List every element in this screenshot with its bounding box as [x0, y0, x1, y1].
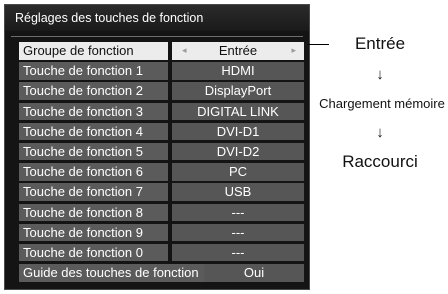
row-label: Groupe de fonction [19, 42, 168, 60]
row-value: Entrée [218, 43, 258, 58]
row-function-key-9[interactable]: Touche de fonction 9 --- [19, 223, 310, 243]
row-function-key-6[interactable]: Touche de fonction 6 PC [19, 162, 310, 182]
row-label: Guide des touches de fonction [19, 264, 214, 282]
row-label: Touche de fonction 1 [19, 62, 168, 80]
row-value[interactable]: DIGITAL LINK [172, 102, 304, 121]
function-key-settings-panel: Réglages des touches de fonction Groupe … [4, 4, 310, 290]
row-label: Touche de fonction 7 [19, 183, 168, 201]
option-memory-load-text: Chargement mémoire [319, 96, 445, 111]
row-value[interactable]: --- [172, 243, 304, 262]
row-function-key-7[interactable]: Touche de fonction 7 USB [19, 182, 310, 202]
row-label: Touche de fonction 6 [19, 163, 168, 181]
row-label: Touche de fonction 2 [19, 82, 168, 100]
row-value[interactable]: DisplayPort [172, 82, 304, 100]
row-label: Touche de fonction 5 [19, 142, 168, 161]
row-value[interactable]: Oui [204, 264, 304, 282]
row-function-key-3[interactable]: Touche de fonction 3 DIGITAL LINK [19, 102, 310, 122]
row-function-key-5[interactable]: Touche de fonction 5 DVI-D2 [19, 142, 310, 162]
row-label: Touche de fonction 8 [19, 203, 168, 221]
row-value[interactable]: --- [172, 223, 304, 242]
function-group-selector[interactable]: ◂ Entrée ▸ [172, 42, 304, 60]
row-value[interactable]: DVI-D2 [172, 142, 304, 161]
title-divider [11, 36, 303, 37]
row-function-group[interactable]: Groupe de fonction ◂ Entrée ▸ [19, 41, 310, 61]
row-function-key-8[interactable]: Touche de fonction 8 --- [19, 203, 310, 223]
row-label: Touche de fonction 4 [19, 122, 168, 141]
row-function-key-4[interactable]: Touche de fonction 4 DVI-D1 [19, 122, 310, 142]
row-value[interactable]: --- [172, 203, 304, 221]
row-value[interactable]: PC [172, 163, 304, 181]
callout-line [307, 44, 329, 45]
row-function-key-guide[interactable]: Guide des touches de fonction Oui [19, 263, 310, 283]
arrow-left-icon[interactable]: ◂ [182, 42, 187, 60]
row-value[interactable]: HDMI [172, 62, 304, 80]
settings-list: Groupe de fonction ◂ Entrée ▸ Touche de … [19, 41, 310, 283]
row-function-key-1[interactable]: Touche de fonction 1 HDMI [19, 61, 310, 81]
row-function-key-2[interactable]: Touche de fonction 2 DisplayPort [19, 81, 310, 101]
row-label: Touche de fonction 9 [19, 223, 168, 242]
row-label: Touche de fonction 0 [19, 243, 168, 262]
row-label: Touche de fonction 3 [19, 102, 168, 121]
option-shortcut-text: Raccourci [342, 152, 418, 171]
panel-title: Réglages des touches de fonction [5, 5, 309, 31]
row-function-key-0[interactable]: Touche de fonction 0 --- [19, 243, 310, 263]
arrow-right-icon[interactable]: ▸ [291, 42, 296, 60]
option-input-text: Entrée [354, 34, 406, 53]
arrow-down-icon: ↓ [376, 66, 384, 83]
row-value[interactable]: DVI-D1 [172, 122, 304, 141]
arrow-down-icon: ↓ [376, 124, 384, 141]
row-value[interactable]: USB [172, 183, 304, 201]
